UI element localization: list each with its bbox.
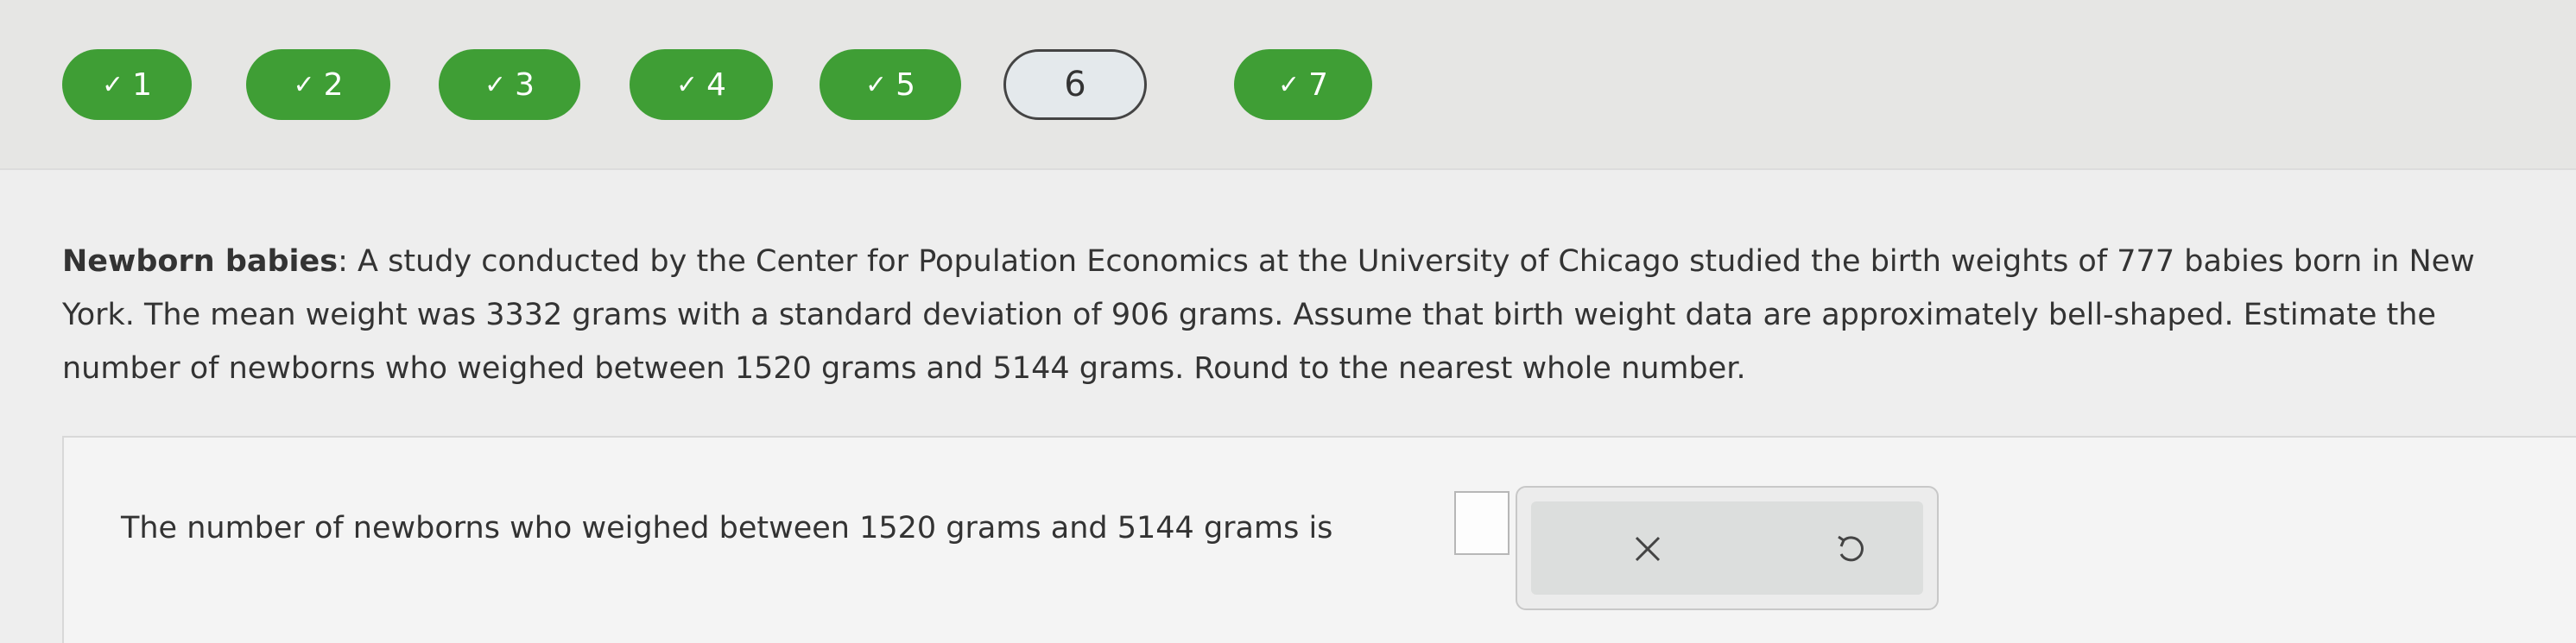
progress-pill-4[interactable]: ✓ 4 — [630, 49, 773, 120]
pill-label: 4 — [706, 66, 727, 103]
pill-label: 3 — [515, 66, 535, 103]
answer-actions-bar — [1531, 501, 1923, 595]
progress-pill-3[interactable]: ✓ 3 — [439, 49, 580, 120]
progress-pill-1[interactable]: ✓ 1 — [62, 49, 192, 120]
pill-label: 2 — [323, 66, 344, 103]
answer-prompt: The number of newborns who weighed betwe… — [121, 511, 1333, 545]
undo-icon — [1838, 535, 1864, 562]
pill-label: 7 — [1308, 66, 1329, 103]
check-icon: ✓ — [293, 69, 315, 100]
answer-actions — [1516, 486, 1939, 610]
pill-label: 5 — [896, 66, 916, 103]
question-body: A study conducted by the Center for Popu… — [62, 244, 2475, 386]
header-divider — [0, 168, 2576, 170]
check-icon: ✓ — [864, 69, 888, 100]
close-icon — [1635, 536, 1661, 562]
question-progress-bar: ✓ 1 ✓ 2 ✓ 3 ✓ 4 ✓ 5 6 ✓ 7 — [0, 0, 2576, 168]
pill-label: 6 — [1064, 65, 1086, 104]
clear-button[interactable] — [1626, 527, 1669, 571]
check-icon: ✓ — [1277, 69, 1301, 100]
question-topic: Newborn babies — [62, 244, 339, 279]
question-text: Newborn babies: A study conducted by the… — [62, 235, 2549, 395]
progress-pill-7[interactable]: ✓ 7 — [1234, 49, 1372, 120]
progress-pill-5[interactable]: ✓ 5 — [820, 49, 961, 120]
check-icon: ✓ — [484, 69, 507, 100]
answer-input[interactable] — [1454, 491, 1510, 555]
progress-pill-6-current[interactable]: 6 — [1003, 49, 1147, 120]
answer-panel: The number of newborns who weighed betwe… — [62, 436, 2576, 643]
check-icon: ✓ — [675, 69, 699, 100]
check-icon: ✓ — [101, 69, 124, 100]
pill-label: 1 — [132, 66, 153, 103]
question-separator: : — [338, 244, 348, 279]
progress-pills: ✓ 1 ✓ 2 ✓ 3 ✓ 4 ✓ 5 6 ✓ 7 — [0, 0, 2576, 168]
reset-button[interactable] — [1829, 527, 1872, 571]
progress-pill-2[interactable]: ✓ 2 — [246, 49, 390, 120]
